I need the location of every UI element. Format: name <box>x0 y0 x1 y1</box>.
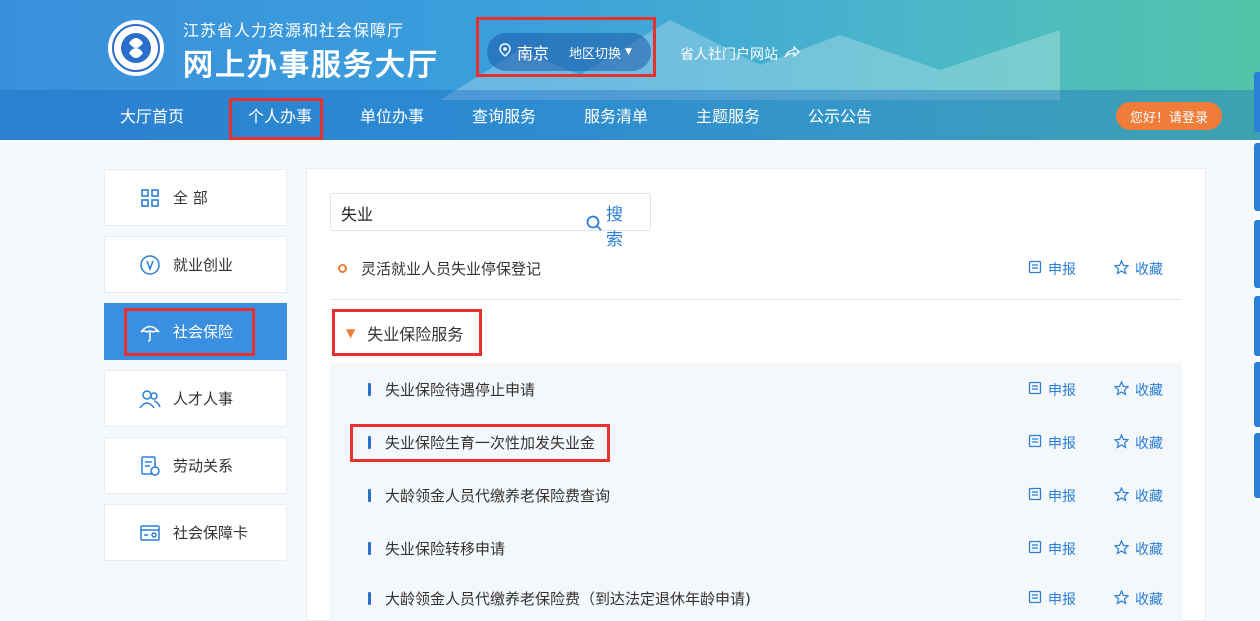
list-item-title: 失业保险转移申请 <box>385 540 506 558</box>
nav-unit[interactable]: 单位办事 <box>360 103 424 127</box>
float-tab[interactable] <box>1254 296 1260 356</box>
sidebar-item-employment[interactable]: 就业创业 <box>104 236 287 293</box>
highlight-sidebar <box>124 308 255 356</box>
star-icon <box>1113 379 1130 400</box>
form-icon <box>1028 434 1042 452</box>
float-tab[interactable] <box>1254 143 1260 211</box>
apply-label: 申报 <box>1048 542 1076 558</box>
favorite-button[interactable]: 收藏 <box>1113 258 1163 279</box>
sidebar-item-label: 劳动关系 <box>173 457 234 475</box>
circle-bullet-icon <box>338 264 347 273</box>
sidebar-item-all[interactable]: 全 部 <box>104 169 287 226</box>
bar-bullet-icon <box>368 591 371 605</box>
highlight-region <box>476 17 656 77</box>
list-item[interactable]: 失业保险转移申请 申报 收藏 <box>330 522 1182 575</box>
list-item-title: 大龄领金人员代缴养老保险费（到达法定退休年龄申请) <box>385 589 751 608</box>
float-tab[interactable] <box>1254 362 1260 427</box>
apply-button[interactable]: 申报 <box>1028 539 1076 559</box>
form-icon <box>1028 260 1042 278</box>
people-icon <box>139 388 161 410</box>
favorite-button[interactable]: 收藏 <box>1113 485 1163 506</box>
search-icon <box>586 215 602 236</box>
employment-icon <box>139 254 161 276</box>
star-icon <box>1113 258 1130 279</box>
grid-icon <box>139 187 161 209</box>
form-icon <box>1028 540 1042 558</box>
form-icon <box>1028 381 1042 399</box>
favorite-label: 收藏 <box>1135 592 1163 608</box>
favorite-button[interactable]: 收藏 <box>1113 379 1163 400</box>
favorite-label: 收藏 <box>1135 383 1163 399</box>
apply-label: 申报 <box>1048 262 1076 278</box>
sidebar-item-labor[interactable]: 劳动关系 <box>104 437 287 494</box>
bar-bullet-icon <box>368 542 371 555</box>
favorite-label: 收藏 <box>1135 542 1163 558</box>
hall-title: 网上办事服务大厅 <box>183 48 439 83</box>
nav-home[interactable]: 大厅首页 <box>120 103 184 127</box>
apply-label: 申报 <box>1048 489 1076 505</box>
apply-button[interactable]: 申报 <box>1028 486 1076 506</box>
star-icon <box>1113 538 1130 559</box>
sidebar-item-talent[interactable]: 人才人事 <box>104 370 287 427</box>
float-tab[interactable] <box>1254 220 1260 288</box>
apply-button[interactable]: 申报 <box>1028 259 1076 279</box>
login-button[interactable]: 您好！请登录 <box>1116 102 1222 130</box>
favorite-button[interactable]: 收藏 <box>1113 432 1163 453</box>
list-item[interactable]: 大龄领金人员代缴养老保险费查询 申报 收藏 <box>330 469 1182 522</box>
search-input[interactable] <box>341 201 541 225</box>
form-icon <box>1028 590 1042 608</box>
portal-link-label: 省人社门户网站 <box>680 47 778 63</box>
bar-bullet-icon <box>368 383 371 396</box>
document-icon <box>139 455 161 477</box>
list-item-title: 失业保险待遇停止申请 <box>385 381 536 399</box>
nav-theme[interactable]: 主题服务 <box>696 103 760 127</box>
nav-notice[interactable]: 公示公告 <box>808 103 872 127</box>
list-item[interactable]: 灵活就业人员失业停保登记 申报 收藏 <box>330 242 1182 295</box>
float-tab[interactable] <box>1254 72 1260 132</box>
apply-button[interactable]: 申报 <box>1028 433 1076 453</box>
portal-link[interactable]: 省人社门户网站 <box>680 44 800 64</box>
favorite-button[interactable]: 收藏 <box>1113 538 1163 559</box>
apply-label: 申报 <box>1048 383 1076 399</box>
bar-bullet-icon <box>368 489 371 502</box>
favorite-button[interactable]: 收藏 <box>1113 588 1163 609</box>
favorite-label: 收藏 <box>1135 436 1163 452</box>
share-icon <box>784 45 800 62</box>
sidebar-item-label: 全 部 <box>173 189 208 207</box>
sidebar-item-social-card[interactable]: 社会保障卡 <box>104 504 287 561</box>
card-icon <box>139 522 161 544</box>
star-icon <box>1113 432 1130 453</box>
sidebar-item-label: 社会保障卡 <box>173 524 249 542</box>
sidebar-item-label: 人才人事 <box>173 390 234 408</box>
nav-service-list[interactable]: 服务清单 <box>584 103 648 127</box>
apply-label: 申报 <box>1048 592 1076 608</box>
list-item[interactable]: 失业保险待遇停止申请 申报 收藏 <box>330 363 1182 416</box>
form-icon <box>1028 487 1042 505</box>
logo-icon <box>108 20 164 76</box>
list-item-title: 大龄领金人员代缴养老保险费查询 <box>385 487 611 505</box>
highlight-nav <box>229 98 323 140</box>
favorite-label: 收藏 <box>1135 262 1163 278</box>
sidebar-item-label: 就业创业 <box>173 256 234 274</box>
highlight-item <box>350 424 610 462</box>
list-item[interactable]: 大龄领金人员代缴养老保险费（到达法定退休年龄申请) 申报 收藏 <box>330 575 1182 621</box>
list-item-title: 灵活就业人员失业停保登记 <box>361 260 542 278</box>
divider <box>330 299 1182 300</box>
org-name: 江苏省人力资源和社会保障厅 <box>183 21 405 40</box>
apply-label: 申报 <box>1048 436 1076 452</box>
apply-button[interactable]: 申报 <box>1028 380 1076 400</box>
favorite-label: 收藏 <box>1135 489 1163 505</box>
apply-button[interactable]: 申报 <box>1028 589 1076 609</box>
star-icon <box>1113 588 1130 609</box>
highlight-group <box>332 309 482 356</box>
star-icon <box>1113 485 1130 506</box>
float-tab[interactable] <box>1254 433 1260 498</box>
nav-query[interactable]: 查询服务 <box>472 103 536 127</box>
